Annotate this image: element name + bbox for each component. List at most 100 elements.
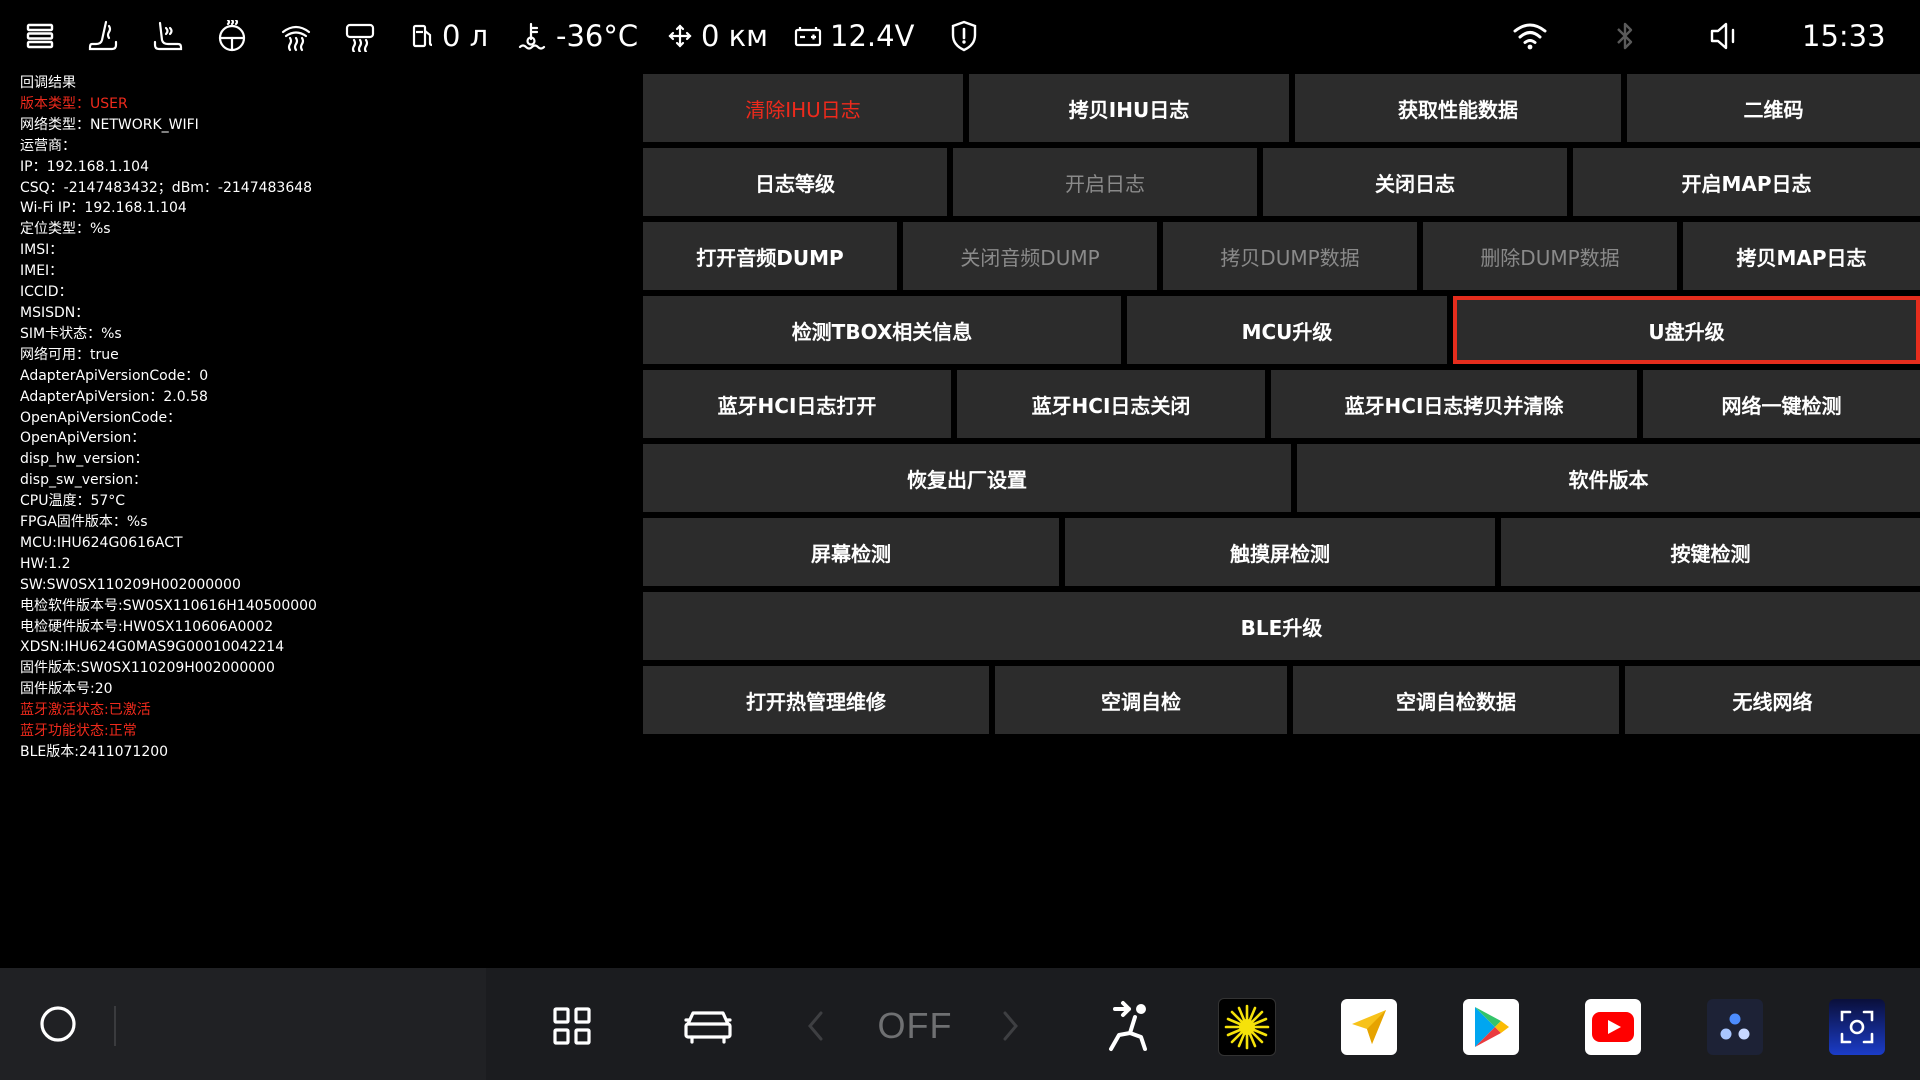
info-line: SIM卡状态：%s: [20, 325, 122, 342]
dots-app-icon[interactable]: [1706, 998, 1764, 1056]
menu-button[interactable]: 触摸屏检测: [1065, 518, 1495, 586]
info-line: disp_sw_version：: [20, 472, 147, 489]
steering-heat-icon[interactable]: [216, 0, 248, 72]
menu-icon[interactable]: [26, 0, 54, 72]
button-row: BLE升级: [643, 592, 1920, 660]
info-line: 运营商：: [20, 137, 76, 154]
wifi-icon[interactable]: [1512, 0, 1548, 72]
info-line: 电检软件版本号:SW0SX110616H140500000: [20, 597, 317, 614]
info-line: 网络可用：true: [20, 346, 119, 363]
diagnostic-info-panel: 回调结果 版本类型：USER 网络类型：NETWORK_WIFI 运营商： IP：192…: [20, 73, 640, 763]
menu-button[interactable]: BLE升级: [643, 592, 1920, 660]
menu-button[interactable]: 检测TBOX相关信息: [643, 296, 1121, 364]
front-defrost-icon[interactable]: [280, 0, 312, 72]
rear-defrost-icon[interactable]: [344, 0, 376, 72]
info-line: 蓝牙激活状态:已激活: [20, 702, 151, 719]
fuel-value: 0 л: [442, 19, 489, 53]
info-line: AdapterApiVersionCode：0: [20, 367, 209, 384]
seat-adjust-icon[interactable]: [1096, 996, 1156, 1056]
menu-button[interactable]: 拷贝DUMP数据: [1163, 222, 1417, 290]
info-line: IMEI：: [20, 263, 64, 280]
coolant-temp-icon: [518, 21, 548, 51]
status-bar: 0 л -36°C 0 км 12.4V 15:33: [0, 0, 1920, 72]
home-circle-icon[interactable]: [38, 1004, 78, 1044]
youtube-icon[interactable]: [1584, 998, 1642, 1056]
button-row: 日志等级 开启日志 关闭日志 开启MAP日志: [643, 148, 1920, 216]
menu-button[interactable]: 按键检测: [1501, 518, 1920, 586]
button-row: 恢复出厂设置 软件版本: [643, 444, 1920, 512]
seat-heat-icon[interactable]: [88, 0, 118, 72]
menu-button[interactable]: 网络一键检测: [1643, 370, 1920, 438]
menu-button[interactable]: 删除DUMP数据: [1423, 222, 1677, 290]
button-row: 清除IHU日志 拷贝IHU日志 获取性能数据 二维码: [643, 74, 1920, 142]
info-line: CSQ：-2147483432；dBm：-2147483648: [20, 179, 313, 196]
menu-button[interactable]: 开启日志: [953, 148, 1257, 216]
menu-button[interactable]: 空调自检: [995, 666, 1287, 734]
dock-divider: [114, 1006, 116, 1046]
climate-next-icon[interactable]: [998, 1008, 1024, 1044]
info-line: AdapterApiVersion：2.0.58: [20, 388, 208, 405]
info-line: 定位类型：%s: [20, 221, 111, 238]
menu-button[interactable]: 拷贝MAP日志: [1683, 222, 1920, 290]
info-line: disp_hw_version：: [20, 451, 149, 468]
button-row: 打开音频DUMP 关闭音频DUMP 拷贝DUMP数据 删除DUMP数据 拷贝MAP日志: [643, 222, 1920, 290]
bottom-dock: OFF: [0, 968, 1920, 1080]
app-grid-icon[interactable]: [548, 1002, 596, 1050]
info-line: MSISDN：: [20, 304, 90, 321]
sun-app-icon[interactable]: [1218, 998, 1276, 1056]
info-line: OpenApiVersionCode：: [20, 409, 182, 426]
info-line: CPU温度：57°C: [20, 493, 126, 510]
temperature-value: -36°C: [556, 19, 639, 53]
menu-button[interactable]: 蓝牙HCI日志关闭: [957, 370, 1265, 438]
menu-button[interactable]: U盘升级: [1453, 296, 1920, 364]
menu-button[interactable]: 恢复出厂设置: [643, 444, 1291, 512]
menu-button[interactable]: 无线网络: [1625, 666, 1920, 734]
info-line: IMSI：: [20, 242, 64, 259]
menu-button[interactable]: 空调自检数据: [1293, 666, 1619, 734]
info-line: OpenApiVersion：: [20, 430, 146, 447]
play-store-icon[interactable]: [1462, 998, 1520, 1056]
dock-left-panel: [0, 968, 486, 1080]
info-line: ICCID：: [20, 284, 73, 301]
bluetooth-icon[interactable]: [1614, 0, 1636, 72]
menu-button[interactable]: 打开热管理维修: [643, 666, 989, 734]
menu-button[interactable]: 蓝牙HCI日志打开: [643, 370, 951, 438]
menu-button[interactable]: 关闭音频DUMP: [903, 222, 1157, 290]
button-row: 蓝牙HCI日志打开 蓝牙HCI日志关闭 蓝牙HCI日志拷贝并清除 网络一键检测: [643, 370, 1920, 438]
menu-button[interactable]: 关闭日志: [1263, 148, 1567, 216]
menu-button[interactable]: 获取性能数据: [1295, 74, 1621, 142]
menu-button[interactable]: 屏幕检测: [643, 518, 1059, 586]
climate-off-label: OFF: [877, 1005, 953, 1046]
menu-button[interactable]: 日志等级: [643, 148, 947, 216]
battery-icon: [794, 24, 822, 48]
menu-button[interactable]: 清除IHU日志: [643, 74, 963, 142]
fuel-indicator: 0 л: [412, 0, 488, 72]
climate-fan-status: OFF: [860, 1002, 970, 1050]
button-row: 检测TBOX相关信息 MCU升级 U盘升级: [643, 296, 1920, 364]
shield-icon[interactable]: [950, 0, 978, 72]
info-line: 固件版本:SW0SX110209H002000000: [20, 660, 275, 677]
menu-button[interactable]: 开启MAP日志: [1573, 148, 1920, 216]
distance-indicator: 0 км: [667, 0, 768, 72]
volume-muted-icon[interactable]: [1708, 0, 1742, 72]
menu-button[interactable]: 打开音频DUMP: [643, 222, 897, 290]
menu-button[interactable]: 软件版本: [1297, 444, 1920, 512]
menu-button[interactable]: 蓝牙HCI日志拷贝并清除: [1271, 370, 1637, 438]
info-line: SW:SW0SX110209H002000000: [20, 576, 241, 593]
info-line: 蓝牙功能状态:正常: [20, 723, 137, 740]
climate-prev-icon[interactable]: [802, 1008, 828, 1044]
scan-app-icon[interactable]: [1828, 998, 1886, 1056]
menu-button[interactable]: MCU升级: [1127, 296, 1447, 364]
clock: 15:33: [1802, 19, 1886, 53]
info-line: BLE版本:2411071200: [20, 744, 169, 760]
info-line: HW:1.2: [20, 555, 71, 572]
seat-vent-icon[interactable]: [152, 0, 184, 72]
menu-button[interactable]: 二维码: [1627, 74, 1920, 142]
button-row: 屏幕检测 触摸屏检测 按键检测: [643, 518, 1920, 586]
info-line: 回调结果: [20, 75, 76, 91]
info-line: 固件版本号:20: [20, 681, 113, 698]
navigation-app-icon[interactable]: [1340, 998, 1398, 1056]
menu-button[interactable]: 拷贝IHU日志: [969, 74, 1289, 142]
car-icon[interactable]: [682, 1002, 734, 1050]
button-row: 打开热管理维修 空调自检 空调自检数据 无线网络: [643, 666, 1920, 734]
